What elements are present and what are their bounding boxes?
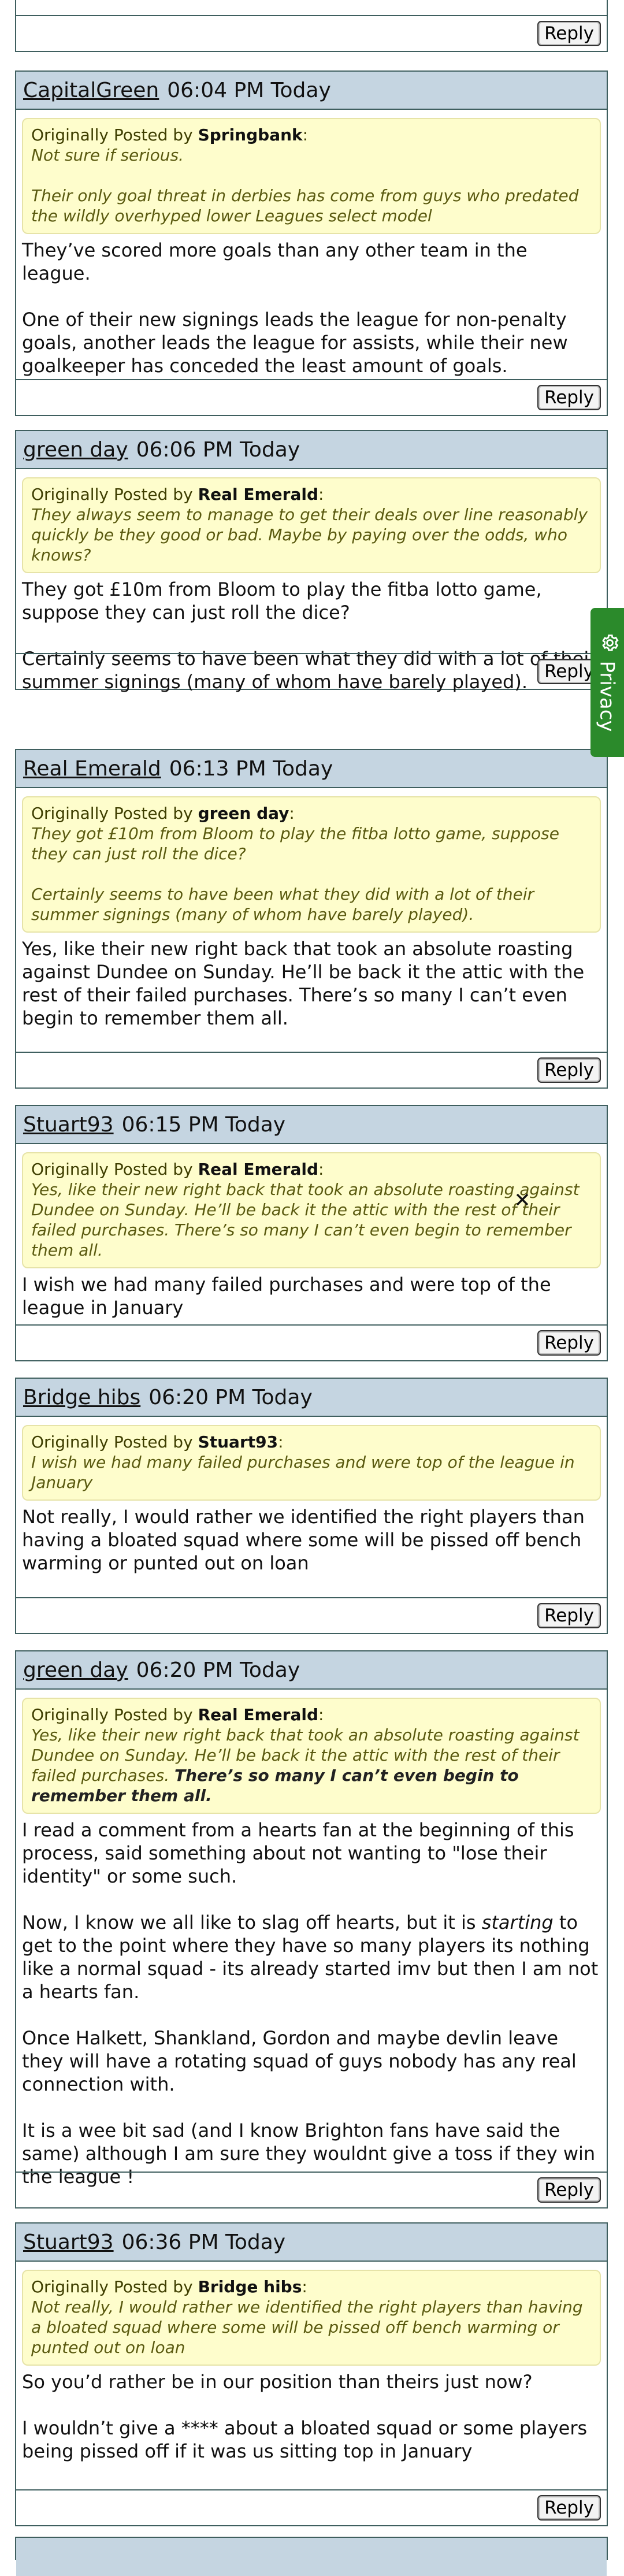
quote-text: Yes, like their new right back that took… [31,1180,580,1260]
message-paragraph: Now, I know we all like to slag off hear… [22,1911,601,2003]
post-message: So you’d rather be in our position than … [22,2366,601,2463]
post: Real Emerald 06:13 PM Today Originally P… [15,749,608,1089]
quote-text: I wish we had many failed purchases and … [31,1453,575,1492]
post-footer: Reply [16,15,607,51]
post-header: Bridge hibs 06:20 PM Today [16,1379,607,1417]
reply-button[interactable]: Reply [537,1603,601,1628]
message-paragraph: They’ve scored more goals than any other… [22,239,528,284]
quote-box: Originally Posted by Real Emerald: They … [22,477,601,573]
post-username[interactable]: Stuart93 [23,1113,114,1137]
quote-author: Springbank [198,125,303,144]
gear-icon [595,633,620,652]
message-paragraph: So you’d rather be in our position than … [22,2371,533,2393]
quote-box: Originally Posted by Real Emerald: Yes, … [22,1698,601,1814]
post-username[interactable]: Bridge hibs [23,1386,140,1409]
post-message: Yes, like their new right back that took… [22,933,601,1030]
quote-box: Originally Posted by Bridge hibs: Not re… [22,2270,601,2366]
post: green day 06:06 PM Today Originally Post… [15,430,608,693]
post-message: Not really, I would rather we identified… [22,1501,601,1575]
quote-prefix: Originally Posted by [31,2277,193,2296]
reply-button[interactable]: Reply [537,2495,601,2521]
message-paragraph: Not really, I would rather we identified… [22,1506,585,1574]
post-username[interactable]: Real Emerald [23,757,161,781]
post-time: 06:15 PM Today [121,1112,286,1137]
post-footer: Reply [16,1052,607,1087]
post-username[interactable]: Stuart93 [23,2230,114,2254]
post-header: green day 06:06 PM Today [16,431,607,469]
quote-text: Certainly seems to have been what they d… [31,885,534,924]
message-paragraph: Once Halkett, Shankland, Gordon and mayb… [22,2027,577,2095]
post-header [16,2538,607,2576]
quote-text: Not sure if serious. [31,146,184,165]
quote-author: Bridge hibs [198,2277,302,2296]
post-footer: Reply [16,2172,607,2207]
quote-author: Real Emerald [198,1160,318,1179]
quote-author: Real Emerald [198,485,318,504]
quote-prefix: Originally Posted by [31,1432,193,1452]
post: Stuart93 06:15 PM Today Originally Poste… [15,1105,608,1361]
quote-author: Stuart93 [198,1432,278,1452]
quote-text: They got £10m from Bloom to play the fit… [31,824,559,863]
post-footer: Reply [16,1324,607,1360]
post-username[interactable]: green day [23,1658,128,1682]
post: green day 06:20 PM Today Originally Post… [15,1650,608,2208]
reply-button[interactable]: Reply [537,1057,601,1083]
post-time: 06:04 PM Today [167,78,331,102]
post-username[interactable]: green day [23,438,128,462]
quote-text: Their only goal threat in derbies has co… [31,186,579,225]
post-header: CapitalGreen 06:04 PM Today [16,72,607,110]
post-footer: Reply [16,379,607,415]
post-message: I wish we had many failed purchases and … [22,1268,601,1319]
post-header: green day 06:20 PM Today [16,1651,607,1690]
quote-text: Not really, I would rather we identified… [31,2297,583,2357]
post-header: Real Emerald 06:13 PM Today [16,750,607,788]
post-footer: Reply [16,2489,607,2525]
message-paragraph: One of their new signings leads the leag… [22,309,568,377]
quote-author: Real Emerald [198,1705,318,1724]
post-time: 06:20 PM Today [136,1658,300,1682]
quote-text: They always seem to manage to get their … [31,505,588,565]
quote-prefix: Originally Posted by [31,485,193,504]
reply-button[interactable]: Reply [537,1330,601,1356]
next-post-top [15,2537,608,2576]
message-text: Now, I know we all like to slag off hear… [22,1911,482,1933]
post-header: Stuart93 06:15 PM Today [16,1106,607,1144]
quote-prefix: Originally Posted by [31,1160,193,1179]
reply-button[interactable]: Reply [537,21,601,46]
quote-box: Originally Posted by Real Emerald: Yes, … [22,1152,601,1268]
reply-button[interactable]: Reply [537,385,601,410]
post-message: I read a comment from a hearts fan at th… [22,1814,601,2188]
message-paragraph: I wish we had many failed purchases and … [22,1274,551,1319]
post: Stuart93 06:36 PM Today Originally Poste… [15,2222,608,2526]
quote-author: green day [198,804,289,823]
message-paragraph: Yes, like their new right back that took… [22,938,585,1029]
quote-box: Originally Posted by Springbank: Not sur… [22,118,601,234]
post-header: Stuart93 06:36 PM Today [16,2224,607,2262]
privacy-label: Privacy [596,660,619,732]
post-message: They’ve scored more goals than any other… [22,234,601,377]
post-footer: Reply [16,653,607,689]
quote-prefix: Originally Posted by [31,1705,193,1724]
quote-box: Originally Posted by Stuart93: I wish we… [22,1425,601,1501]
privacy-tab[interactable]: Privacy [590,608,624,757]
message-paragraph: They got £10m from Bloom to play the fit… [22,578,542,623]
post: CapitalGreen 06:04 PM Today Originally P… [15,70,608,416]
post-footer: Reply [16,1597,607,1633]
previous-post-tail: Reply [15,0,608,52]
message-paragraph: I wouldn’t give a **** about a bloated s… [22,2417,588,2462]
post-time: 06:36 PM Today [121,2230,286,2254]
quote-box: Originally Posted by green day: They got… [22,796,601,933]
close-icon[interactable] [514,1192,530,1208]
post-time: 06:13 PM Today [169,756,333,781]
post-time: 06:06 PM Today [136,437,300,462]
post: Bridge hibs 06:20 PM Today Originally Po… [15,1378,608,1634]
reply-button[interactable]: Reply [537,2177,601,2203]
post-username[interactable]: CapitalGreen [23,79,159,102]
post-time: 06:20 PM Today [148,1385,313,1409]
message-paragraph: I read a comment from a hearts fan at th… [22,1819,574,1887]
message-emphasis: starting [481,1911,554,1933]
quote-prefix: Originally Posted by [31,125,193,144]
quote-prefix: Originally Posted by [31,804,193,823]
